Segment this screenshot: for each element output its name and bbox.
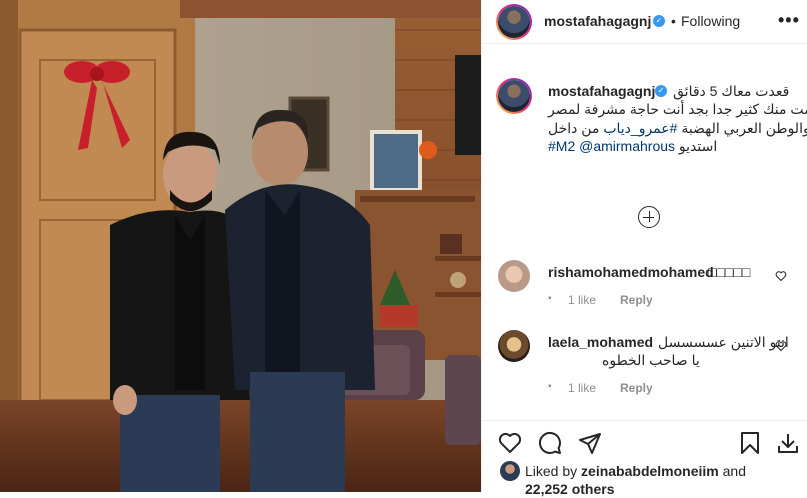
caption-username[interactable]: mostafahagagnj [548,83,655,99]
comment-icon[interactable] [538,431,562,455]
comment-username[interactable]: laela_mohamed [548,334,653,350]
caption-line-3-end: من داخل [548,120,600,136]
post-header: mostafahagagnj ✓ • Following ••• [482,0,807,44]
post-image [0,0,481,492]
comment-username[interactable]: rishamohamedmohamed [548,264,714,280]
comment-avatar[interactable] [498,260,530,292]
header-separator: • [671,13,676,29]
liker-avatar[interactable] [500,461,520,481]
comment-like-count[interactable]: 1 like [568,293,596,307]
caption-line-3-text: والوطن العربي الهضبة [681,120,807,136]
more-options-icon[interactable]: ••• [778,10,800,31]
comment-heart-icon[interactable] [775,270,787,282]
hashtag-link[interactable]: #عمرو_دياب [603,120,677,136]
likes-prefix: Liked by [525,463,578,479]
share-icon[interactable] [578,431,602,455]
comment-like-count[interactable]: 1 like [568,381,596,395]
caption-tags-link[interactable]: #M2 @amirmahrous [548,138,675,154]
comment-text-line-2: يا صاحب الخطوه [602,352,700,368]
likes-and: and [722,463,746,479]
comment-divider: ▪ [548,293,552,304]
post-side-panel: mostafahagagnj ✓ • Following ••• mostafa… [481,0,807,497]
comment-reply-button[interactable]: Reply [620,293,653,307]
caption-line-2: اتعلمت منك كثير جدا بجد أنت حاجة مشرفة ل… [548,101,807,117]
download-icon[interactable] [776,431,800,455]
likes-summary: Liked by zeinababdelmoneiim and 22,252 o… [525,462,795,498]
comment-reply-button[interactable]: Reply [620,381,653,395]
comment-avatar[interactable] [498,330,530,362]
caption-line-4: #M2 @amirmahrous استديو [548,137,717,156]
caption-line-3: والوطن العربي الهضبة #عمرو_دياب من داخل [548,119,807,138]
load-more-icon[interactable] [638,206,660,228]
caption-verified-icon: ✓ [655,85,667,97]
verified-icon: ✓ [653,15,665,27]
comment-text: □□□□□ [708,264,751,280]
header-avatar[interactable] [496,4,532,40]
comment-text: انتو الاتنين عسسسسل [658,334,789,350]
heart-icon[interactable] [498,431,522,455]
liker-username[interactable]: zeinababdelmoneiim [581,463,719,479]
comment-heart-icon[interactable] [775,340,787,352]
following-button[interactable]: Following [681,13,740,29]
bookmark-icon[interactable] [738,431,762,455]
likes-count[interactable]: 22,252 others [525,481,615,497]
caption-line-1: قعدت معاك 5 دقائق [673,83,790,99]
post-photo[interactable] [0,0,481,492]
comment-divider: ▪ [548,381,552,392]
caption-avatar[interactable] [496,78,532,114]
caption-line-4-text: استديو [678,138,718,154]
header-username[interactable]: mostafahagagnj [544,13,651,29]
